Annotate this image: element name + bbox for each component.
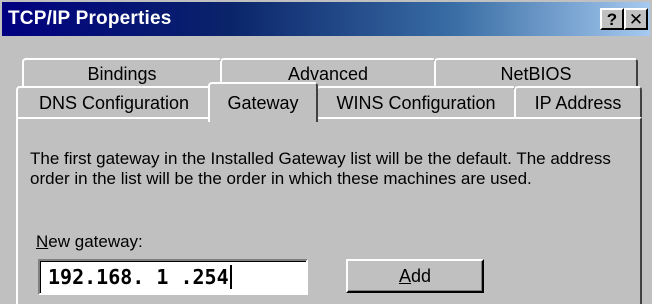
new-gateway-ip-input[interactable]: 192.168. 1 .254 [38, 259, 308, 295]
tab-label: IP Address [534, 92, 622, 113]
tab-label: WINS Configuration [336, 92, 496, 113]
tab-label: NetBIOS [500, 63, 572, 84]
tab-gateway[interactable]: Gateway [208, 82, 318, 122]
tab-ip-address[interactable]: IP Address [514, 86, 642, 118]
accelerator-key: N [36, 232, 49, 251]
tcpip-properties-dialog: TCP/IP Properties ? ✕ Bindings Advanced … [0, 0, 652, 304]
window-title: TCP/IP Properties [8, 8, 172, 29]
add-button[interactable]: Add [346, 259, 484, 293]
text-cursor [229, 265, 232, 289]
close-icon: ✕ [628, 9, 644, 29]
tab-label: DNS Configuration [38, 92, 190, 113]
help-button[interactable]: ? [600, 8, 624, 30]
question-mark-icon: ? [606, 9, 618, 29]
label-text: ew gateway: [48, 232, 143, 251]
gateway-description: The first gateway in the Installed Gatew… [30, 149, 611, 188]
tab-label: Gateway [227, 92, 299, 113]
ip-value: 192.168. 1 .254 [48, 265, 229, 289]
accelerator-key: A [398, 265, 411, 286]
new-gateway-label: New gateway: [36, 232, 143, 252]
tab-label: Bindings [87, 63, 157, 84]
tab-dns-configuration[interactable]: DNS Configuration [16, 86, 212, 118]
close-button[interactable]: ✕ [624, 8, 648, 30]
button-label: dd [410, 265, 432, 286]
tab-wins-configuration[interactable]: WINS Configuration [316, 86, 516, 118]
tab-bindings[interactable]: Bindings [22, 58, 222, 88]
title-bar[interactable]: TCP/IP Properties ? ✕ [2, 2, 650, 36]
tab-netbios[interactable]: NetBIOS [434, 58, 638, 88]
